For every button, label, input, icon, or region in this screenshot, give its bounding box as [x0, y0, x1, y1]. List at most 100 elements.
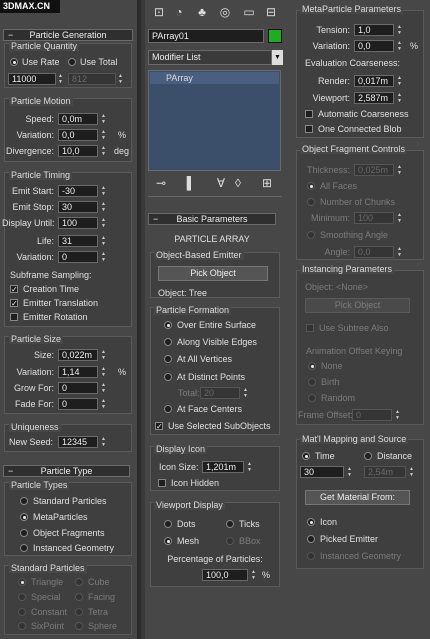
instanced-geometry-source-radio[interactable] [307, 552, 315, 560]
time-radio[interactable] [302, 452, 310, 460]
mesh-radio[interactable] [164, 537, 172, 545]
use-rate-radio[interactable] [10, 58, 18, 66]
size-field[interactable]: 0,022m [58, 349, 98, 361]
grow-for-field[interactable]: 0 [58, 382, 98, 394]
make-unique-icon[interactable]: ∀ [214, 176, 228, 190]
size-spinner[interactable]: ▲ ▼ [100, 349, 107, 361]
total-spinner[interactable]: ▲ ▼ [117, 73, 124, 85]
viewport-spinner[interactable]: ▲ ▼ [396, 92, 403, 104]
angle-spinner[interactable]: ▲ ▼ [396, 246, 403, 258]
modifier-list-dropdown[interactable]: Modifier List [148, 50, 272, 65]
random-radio[interactable] [308, 394, 316, 402]
distance-spinner[interactable]: ▲ ▼ [408, 466, 415, 478]
use-selected-subobjects-checkbox[interactable]: ✓ [155, 422, 163, 431]
metaparticles-radio[interactable] [20, 513, 28, 521]
time-spinner[interactable]: ▲ ▼ [346, 466, 353, 478]
facing-radio[interactable] [75, 593, 83, 601]
percentage-spinner[interactable]: ▲ ▼ [250, 569, 257, 581]
object-color-swatch[interactable] [268, 29, 282, 43]
show-end-result-icon[interactable]: ▌ [184, 176, 198, 190]
minimum-spinner[interactable]: ▲ ▼ [396, 212, 403, 224]
ticks-radio[interactable] [226, 520, 234, 528]
remove-modifier-icon[interactable]: ◊ [231, 176, 245, 190]
seed-spinner[interactable]: ▲ ▼ [100, 436, 107, 448]
bbox-radio[interactable] [226, 537, 234, 545]
speed-field[interactable]: 0,0m [58, 113, 98, 125]
smoothing-angle-radio[interactable] [307, 231, 315, 239]
timing-variation-spinner[interactable]: ▲ ▼ [100, 251, 107, 263]
over-entire-surface-radio[interactable] [164, 321, 172, 329]
get-material-button[interactable]: Get Material From: [305, 490, 410, 505]
thickness-spinner[interactable]: ▲ ▼ [396, 164, 403, 176]
variation-field[interactable]: 0,0 [58, 129, 98, 141]
percentage-field[interactable]: 100,0 [202, 569, 248, 581]
frame-offset-field[interactable]: 0 [352, 409, 392, 421]
fade-for-spinner[interactable]: ▲ ▼ [100, 398, 107, 410]
configure-sets-icon[interactable]: ⊞ [260, 176, 274, 190]
distance-radio[interactable] [364, 452, 372, 460]
icon-source-radio[interactable] [307, 518, 315, 526]
sixpoint-radio[interactable] [18, 622, 26, 630]
at-face-centers-radio[interactable] [164, 405, 172, 413]
cube-radio[interactable] [75, 578, 83, 586]
special-radio[interactable] [18, 593, 26, 601]
emit-stop-field[interactable]: 30 [58, 201, 98, 213]
stack-item[interactable]: PArray [150, 72, 279, 84]
birth-radio[interactable] [308, 378, 316, 386]
emitter-translation-checkbox[interactable]: ✓ [10, 299, 18, 308]
size-variation-spinner[interactable]: ▲ ▼ [100, 366, 107, 378]
divergence-field[interactable]: 10,0 [58, 145, 98, 157]
dots-radio[interactable] [164, 520, 172, 528]
pin-stack-icon[interactable]: ⊸ [154, 176, 168, 190]
icon-size-field[interactable]: 1,201m [202, 461, 244, 473]
at-distinct-points-radio[interactable] [164, 373, 172, 381]
life-field[interactable]: 31 [58, 235, 98, 247]
meta-variation-spinner[interactable]: ▲ ▼ [396, 40, 403, 52]
size-variation-field[interactable]: 1,14 [58, 366, 98, 378]
constant-radio[interactable] [18, 608, 26, 616]
meta-variation-field[interactable]: 0,0 [354, 40, 394, 52]
along-visible-edges-radio[interactable] [164, 338, 172, 346]
distance-field[interactable]: 2,54m [364, 466, 406, 478]
render-spinner[interactable]: ▲ ▼ [396, 75, 403, 87]
at-all-vertices-radio[interactable] [164, 355, 172, 363]
tension-field[interactable]: 1,0 [354, 24, 394, 36]
life-spinner[interactable]: ▲ ▼ [100, 235, 107, 247]
use-subtree-checkbox[interactable] [306, 324, 314, 332]
object-fragments-radio[interactable] [20, 529, 28, 537]
object-name-field[interactable]: PArray01 [148, 29, 264, 43]
triangle-radio[interactable] [18, 578, 26, 586]
rate-field[interactable]: 11000 [8, 73, 56, 85]
angle-field[interactable]: 0,0 [354, 246, 394, 258]
hierarchy-icon[interactable]: ⊡ [152, 5, 166, 19]
speed-spinner[interactable]: ▲ ▼ [100, 113, 107, 125]
utilities-icon[interactable]: ⊟ [264, 5, 278, 19]
picked-emitter-radio[interactable] [307, 535, 315, 543]
emit-start-field[interactable]: -30 [58, 185, 98, 197]
emit-start-spinner[interactable]: ▲ ▼ [100, 185, 107, 197]
creation-time-checkbox[interactable]: ✓ [10, 285, 18, 294]
rollout-basic-parameters[interactable]: − Basic Parameters [148, 213, 276, 225]
sphere-radio[interactable] [75, 622, 83, 630]
render-field[interactable]: 0,017m [354, 75, 394, 87]
icon-hidden-checkbox[interactable] [158, 479, 166, 487]
icon-size-spinner[interactable]: ▲ ▼ [246, 461, 253, 473]
seed-field[interactable]: 12345 [58, 436, 98, 448]
total-spinner[interactable]: ▲ ▼ [242, 387, 249, 399]
display-until-spinner[interactable]: ▲ ▼ [100, 217, 107, 229]
sphere-icon[interactable]: ◔ [172, 5, 186, 19]
pick-object-button[interactable]: Pick Object [158, 266, 268, 281]
display-until-field[interactable]: 100 [58, 217, 98, 229]
rate-spinner[interactable]: ▲ ▼ [57, 73, 64, 85]
tetra-radio[interactable] [75, 608, 83, 616]
rollout-particle-type[interactable]: − Particle Type [3, 465, 130, 477]
total-field[interactable]: 812 [68, 73, 116, 85]
instanced-geometry-radio[interactable] [20, 544, 28, 552]
fade-for-field[interactable]: 0 [58, 398, 98, 410]
total-field[interactable]: 20 [200, 387, 240, 399]
emitter-rotation-checkbox[interactable] [10, 313, 18, 321]
number-of-chunks-radio[interactable] [307, 198, 315, 206]
timing-variation-field[interactable]: 0 [58, 251, 98, 263]
monitor-icon[interactable]: ▭ [242, 5, 256, 19]
all-faces-radio[interactable] [307, 182, 315, 190]
